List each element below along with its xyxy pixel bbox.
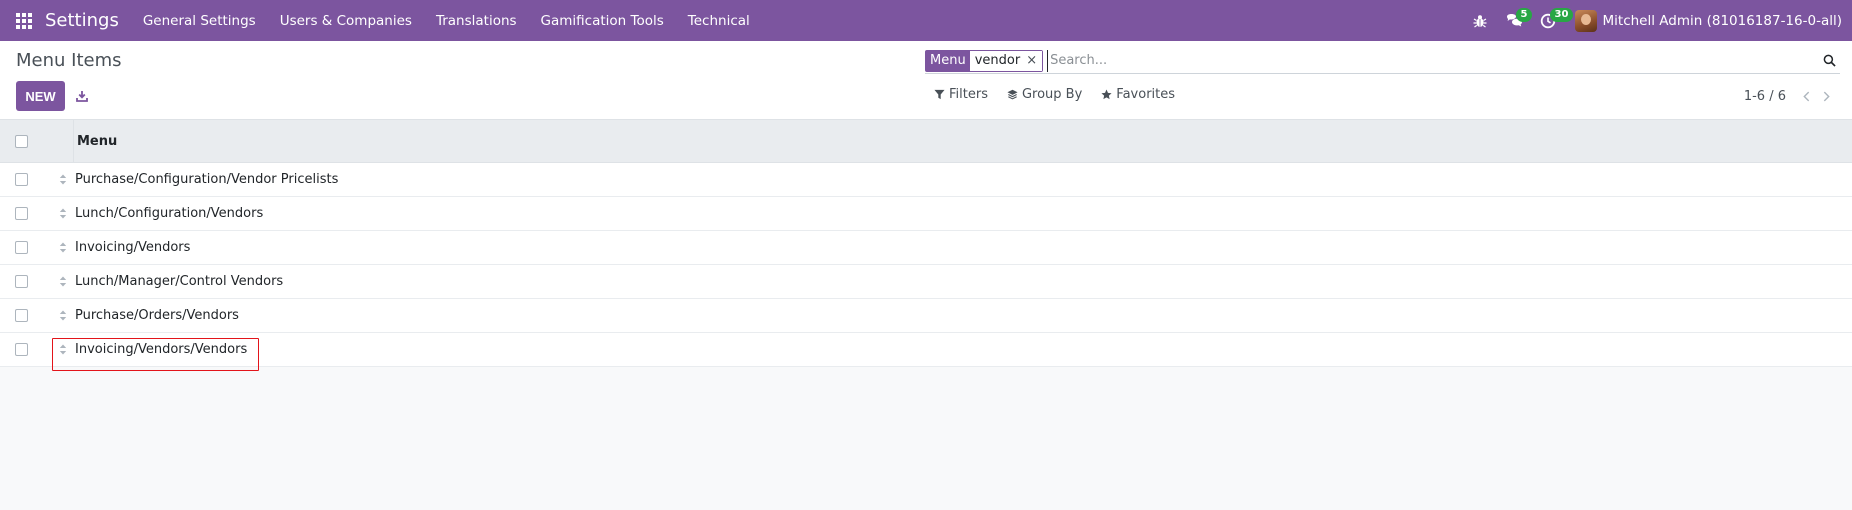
menu-cell[interactable]: Invoicing/Vendors/Vendors — [73, 342, 247, 357]
drag-handle-icon[interactable] — [42, 208, 73, 219]
row-checkbox[interactable] — [14, 309, 28, 322]
list-view: Menu Purchase/Configuration/Vendor Price… — [0, 119, 1852, 367]
facet-remove-icon[interactable]: × — [1024, 50, 1043, 71]
search-icon[interactable] — [1818, 50, 1840, 72]
apps-icon[interactable] — [0, 0, 48, 41]
drag-handle-icon[interactable] — [42, 310, 73, 321]
menu-gamification-tools[interactable]: Gamification Tools — [529, 13, 676, 29]
menu-cell[interactable]: Lunch/Configuration/Vendors — [73, 206, 263, 221]
table-row[interactable]: Lunch/Manager/Control Vendors — [0, 265, 1852, 299]
download-icon[interactable] — [72, 85, 92, 107]
page-title: Menu Items — [16, 50, 122, 71]
handle-column-header — [42, 119, 73, 163]
row-checkbox[interactable] — [14, 343, 28, 356]
pager-previous-icon[interactable] — [1796, 87, 1816, 105]
menu-translations[interactable]: Translations — [424, 13, 529, 29]
row-checkbox[interactable] — [14, 173, 28, 186]
menu-users-companies[interactable]: Users & Companies — [268, 13, 424, 29]
filter-icon — [934, 89, 945, 100]
systray: 5 30 Mitchell Admin (81016187-16-0-all) — [1463, 0, 1852, 41]
facet-value: vendor — [969, 50, 1025, 71]
bug-icon[interactable] — [1463, 0, 1497, 41]
list-empty-area — [0, 369, 1852, 510]
menu-cell[interactable]: Invoicing/Vendors — [73, 240, 190, 255]
search-bar: Menu vendor × — [925, 48, 1840, 74]
select-all-checkbox[interactable] — [14, 134, 28, 148]
row-checkbox[interactable] — [14, 275, 28, 288]
favorites-label: Favorites — [1116, 87, 1176, 102]
table-row[interactable]: Invoicing/Vendors — [0, 231, 1852, 265]
layers-icon — [1007, 89, 1018, 100]
column-header-menu[interactable]: Menu — [74, 134, 117, 149]
control-panel: Menu Items NEW Menu vendor × Filters Gro… — [0, 41, 1852, 119]
table-row[interactable]: Invoicing/Vendors/Vendors — [0, 333, 1852, 367]
favorites-button[interactable]: Favorites — [1101, 87, 1175, 102]
select-all-cell — [0, 134, 42, 148]
pager-next-icon[interactable] — [1816, 87, 1836, 105]
menu-cell[interactable]: Lunch/Manager/Control Vendors — [73, 274, 283, 289]
filters-button[interactable]: Filters — [934, 87, 988, 102]
list-header: Menu — [0, 119, 1852, 163]
chat-icon[interactable]: 5 — [1497, 0, 1533, 41]
clock-icon[interactable]: 30 — [1531, 0, 1574, 41]
menu-cell[interactable]: Purchase/Configuration/Vendor Pricelists — [73, 172, 338, 187]
drag-handle-icon[interactable] — [42, 174, 73, 185]
table-row[interactable]: Purchase/Orders/Vendors — [0, 299, 1852, 333]
menu-cell[interactable]: Purchase/Orders/Vendors — [73, 308, 239, 323]
pager-value[interactable]: 1-6 / 6 — [1744, 89, 1786, 104]
activities-badge: 30 — [1549, 8, 1574, 22]
drag-handle-icon[interactable] — [42, 344, 73, 355]
star-icon — [1101, 89, 1112, 100]
table-row[interactable]: Purchase/Configuration/Vendor Pricelists — [0, 163, 1852, 197]
avatar — [1574, 9, 1597, 32]
menu-general-settings[interactable]: General Settings — [131, 13, 268, 29]
table-row[interactable]: Lunch/Configuration/Vendors — [0, 197, 1852, 231]
drag-handle-icon[interactable] — [42, 276, 73, 287]
groupby-button[interactable]: Group By — [1007, 87, 1082, 102]
menu-technical[interactable]: Technical — [676, 13, 762, 29]
row-checkbox[interactable] — [14, 241, 28, 254]
new-button[interactable]: NEW — [16, 81, 65, 111]
search-facet: Menu vendor × — [925, 49, 1044, 72]
facet-label: Menu — [926, 50, 970, 71]
user-name: Mitchell Admin (81016187-16-0-all) — [1602, 12, 1843, 29]
row-checkbox[interactable] — [14, 207, 28, 220]
filters-label: Filters — [949, 87, 988, 102]
search-options: Filters Group By Favorites — [934, 87, 1194, 102]
pager: 1-6 / 6 — [1744, 87, 1836, 105]
top-navbar: Settings General Settings Users & Compan… — [0, 0, 1852, 41]
drag-handle-icon[interactable] — [42, 242, 73, 253]
search-input[interactable] — [1047, 49, 1818, 72]
user-menu[interactable]: Mitchell Admin (81016187-16-0-all) — [1565, 9, 1852, 32]
main-menu: General Settings Users & Companies Trans… — [131, 13, 762, 29]
groupby-label: Group By — [1021, 87, 1083, 102]
app-brand[interactable]: Settings — [45, 10, 119, 31]
